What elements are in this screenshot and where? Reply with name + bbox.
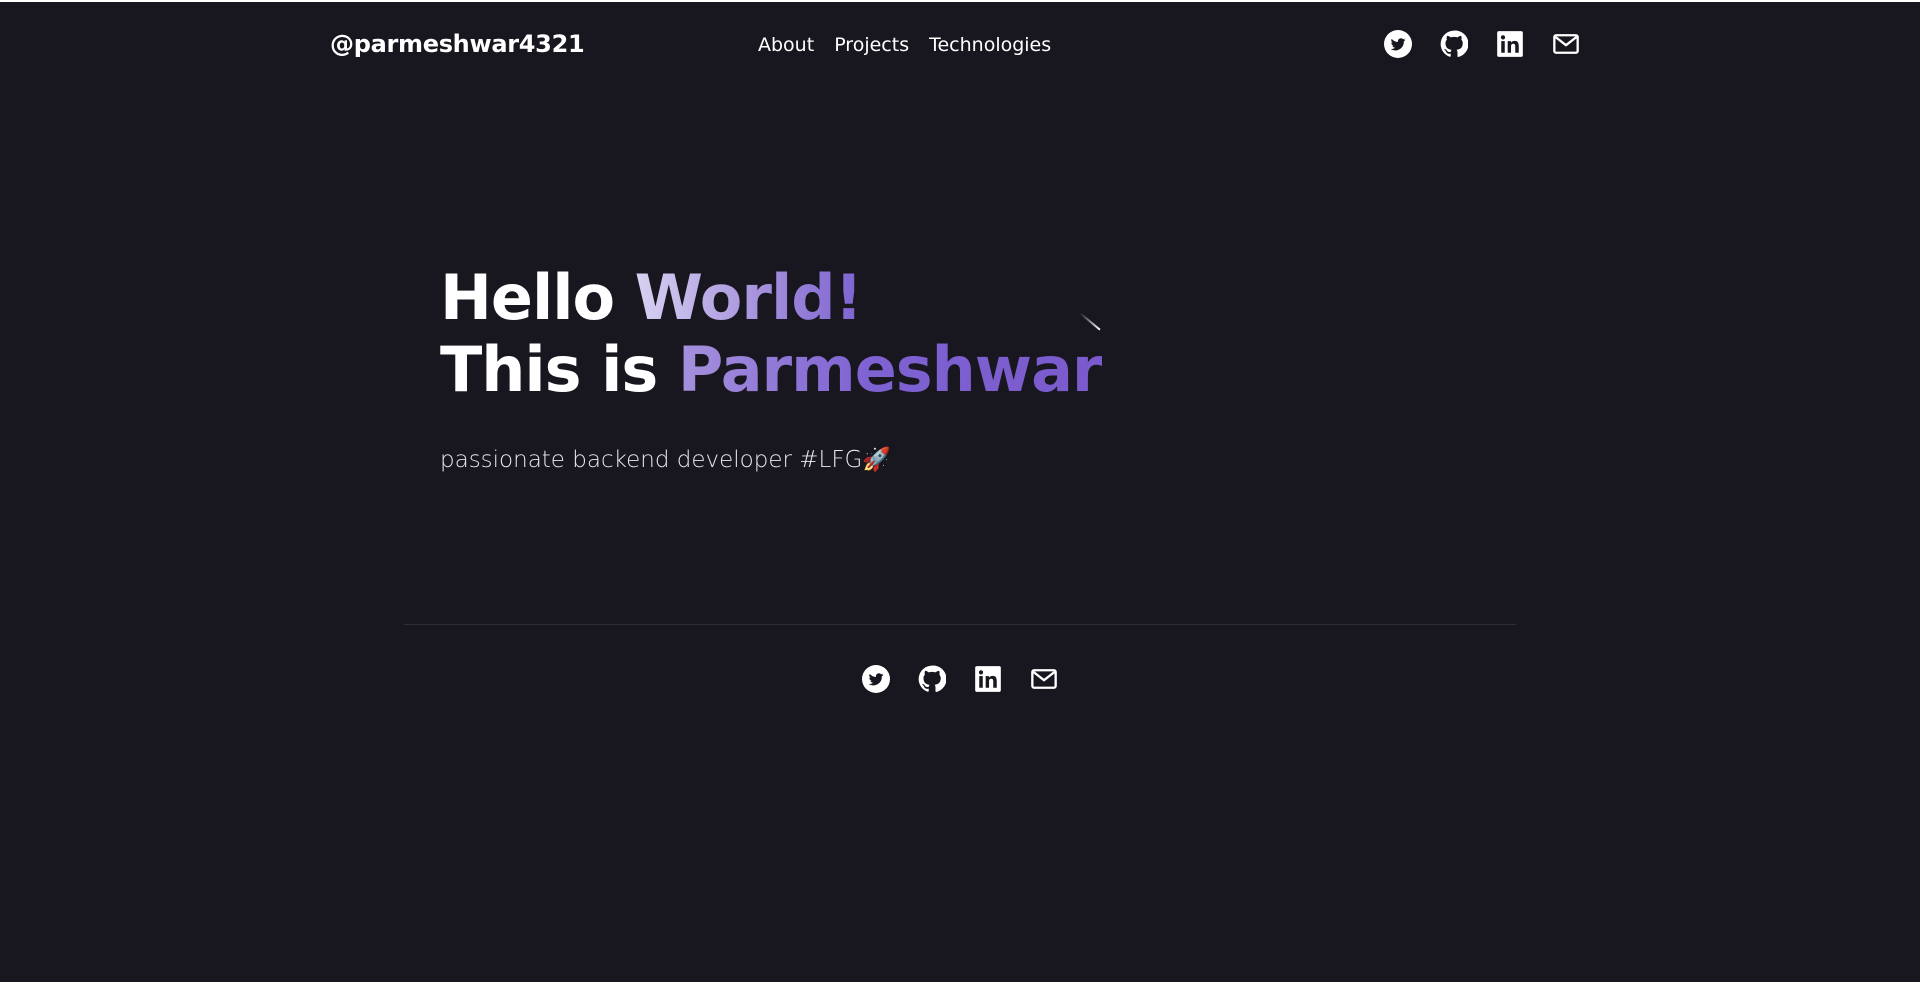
header-social-links (1384, 30, 1580, 58)
nav-projects[interactable]: Projects (834, 34, 909, 56)
nav-about[interactable]: About (758, 34, 814, 56)
twitter-icon[interactable] (1384, 30, 1412, 58)
twitter-icon[interactable] (862, 665, 890, 693)
mail-icon[interactable] (1552, 30, 1580, 58)
footer-social-links (862, 665, 1058, 693)
github-icon[interactable] (918, 665, 946, 693)
hero-line2-plain: This is (440, 333, 678, 406)
hero-line1-accent: World! (634, 261, 863, 334)
hero-line2-accent: Parmeshwar (677, 333, 1103, 406)
main-nav: About Projects Technologies (758, 34, 1051, 56)
hero-line1-plain: Hello (440, 261, 635, 334)
github-icon[interactable] (1440, 30, 1468, 58)
hero-tagline: passionate backend developer #LFG🚀 (440, 447, 892, 473)
hero-heading: Hello World! This is Parmeshwar (440, 262, 1102, 406)
hero: Hello World! This is Parmeshwar passiona… (440, 262, 1102, 474)
mail-icon[interactable] (1030, 665, 1058, 693)
linkedin-icon[interactable] (974, 665, 1002, 693)
site-header: @parmeshwar4321 About Projects Technolog… (0, 0, 1920, 92)
footer-divider (404, 624, 1516, 625)
brand-link[interactable]: @parmeshwar4321 (330, 30, 585, 58)
nav-technologies[interactable]: Technologies (929, 34, 1051, 56)
linkedin-icon[interactable] (1496, 30, 1524, 58)
